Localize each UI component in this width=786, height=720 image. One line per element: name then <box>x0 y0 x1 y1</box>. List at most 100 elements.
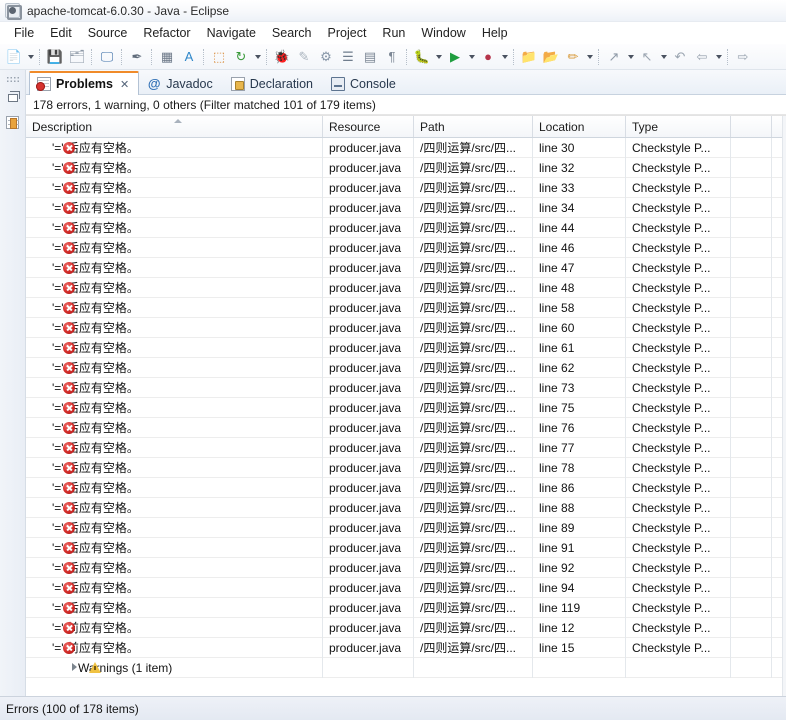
table-row[interactable]: '=' 前应有空格。 producer.java/四则运算/src/四... lin… <box>26 617 786 638</box>
table-row[interactable]: '=' 后应有空格。 producer.java/四则运算/src/四... lin… <box>26 297 786 318</box>
table-row[interactable]: '=' 后应有空格。 producer.java/四则运算/src/四... lin… <box>26 138 786 158</box>
menu-run[interactable]: Run <box>374 24 413 42</box>
table-row[interactable]: '=' 后应有空格。 producer.java/四则运算/src/四... lin… <box>26 237 786 258</box>
open-folder-button[interactable]: 📂 <box>541 47 561 67</box>
menu-source[interactable]: Source <box>80 24 136 42</box>
menu-project[interactable]: Project <box>320 24 375 42</box>
toolbar-separator <box>266 48 268 65</box>
previous-annotation-dropdown-arrow[interactable] <box>658 47 669 67</box>
new-java-project-button[interactable]: 📁 <box>519 47 539 67</box>
table-row[interactable]: '=' 后应有空格。 producer.java/四则运算/src/四... lin… <box>26 417 786 438</box>
menu-search[interactable]: Search <box>264 24 320 42</box>
cell-path: /四则运算/src/四... <box>414 337 533 358</box>
new-java-package-button[interactable]: ⬚ <box>209 47 229 67</box>
column-header-label: Description <box>32 119 93 134</box>
cell-description: '=' 后应有空格。 <box>26 257 323 278</box>
new-class-dropdown-arrow[interactable] <box>584 47 595 67</box>
table-row[interactable]: '=' 后应有空格。 producer.java/四则运算/src/四... lin… <box>26 537 786 558</box>
back-dropdown-arrow[interactable] <box>713 47 724 67</box>
print-icon: 🖵 <box>100 49 114 64</box>
toggle-block-selection-button[interactable]: ▤ <box>360 47 380 67</box>
run-dropdown-arrow[interactable] <box>466 47 477 67</box>
toolbar-separator <box>121 48 123 65</box>
table-row[interactable]: '=' 后应有空格。 producer.java/四则运算/src/四... lin… <box>26 377 786 398</box>
refresh-dropdown-arrow[interactable] <box>252 47 263 67</box>
run-external-tools-button[interactable]: ● <box>478 47 498 67</box>
table-row[interactable]: '=' 后应有空格。 producer.java/四则运算/src/四... lin… <box>26 517 786 538</box>
table-row[interactable]: '=' 后应有空格。 producer.java/四则运算/src/四... lin… <box>26 437 786 458</box>
cell-type: Checkstyle P... <box>626 537 731 558</box>
cell-description: '=' 后应有空格。 <box>26 177 323 198</box>
column-header-blank[interactable] <box>731 116 772 137</box>
run-button[interactable]: ▶ <box>445 47 465 67</box>
table-row[interactable]: '=' 前应有空格。 producer.java/四则运算/src/四... lin… <box>26 637 786 658</box>
refresh-button[interactable]: ↻ <box>231 47 251 67</box>
save-button[interactable]: 💾 <box>45 47 65 67</box>
menu-help[interactable]: Help <box>474 24 516 42</box>
column-header-description[interactable]: Description <box>26 116 323 137</box>
column-header-path[interactable]: Path <box>414 116 533 137</box>
error-icon <box>63 581 75 594</box>
column-header-location[interactable]: Location <box>533 116 626 137</box>
run-external-tools-dropdown-arrow[interactable] <box>499 47 510 67</box>
table-row[interactable]: '=' 后应有空格。 producer.java/四则运算/src/四... lin… <box>26 157 786 178</box>
next-annotation-button[interactable]: ↗ <box>604 47 624 67</box>
problems-view-icon[interactable] <box>5 114 21 130</box>
debug-perspective-button[interactable]: 🐞 <box>272 47 292 67</box>
table-row[interactable]: '=' 后应有空格。 producer.java/四则运算/src/四... lin… <box>26 177 786 198</box>
new-class-button[interactable]: ✏ <box>563 47 583 67</box>
table-row[interactable]: '=' 后应有空格。 producer.java/四则运算/src/四... lin… <box>26 397 786 418</box>
menu-window[interactable]: Window <box>413 24 473 42</box>
menu-bar: File Edit Source Refactor Navigate Searc… <box>0 22 786 44</box>
table-row[interactable]: '=' 后应有空格。 producer.java/四则运算/src/四... lin… <box>26 457 786 478</box>
menu-file[interactable]: File <box>6 24 42 42</box>
table-row[interactable]: '=' 后应有空格。 producer.java/四则运算/src/四... lin… <box>26 477 786 498</box>
column-header-type[interactable]: Type <box>626 116 731 137</box>
open-type-button[interactable]: ▦ <box>157 47 177 67</box>
new-wizard-button[interactable]: 📄 <box>4 47 24 67</box>
column-header-resource[interactable]: Resource <box>323 116 414 137</box>
new-wizard-dropdown-arrow[interactable] <box>25 47 36 67</box>
table-row[interactable]: '=' 后应有空格。 producer.java/四则运算/src/四... lin… <box>26 197 786 218</box>
next-annotation-dropdown-arrow[interactable] <box>625 47 636 67</box>
save-all-button[interactable]: 🗂 <box>67 47 87 67</box>
debug-dropdown-arrow[interactable] <box>433 47 444 67</box>
previous-annotation-button[interactable]: ↖ <box>637 47 657 67</box>
toggle-mark-occurrences-button[interactable]: ✒ <box>127 47 147 67</box>
table-row[interactable]: '=' 后应有空格。 producer.java/四则运算/src/四... lin… <box>26 277 786 298</box>
table-row[interactable]: '=' 后应有空格。 producer.java/四则运算/src/四... lin… <box>26 217 786 238</box>
tab-declaration[interactable]: Declaration <box>223 72 323 95</box>
menu-refactor[interactable]: Refactor <box>135 24 198 42</box>
table-row[interactable]: '=' 后应有空格。 producer.java/四则运算/src/四... lin… <box>26 557 786 578</box>
table-row[interactable]: '=' 后应有空格。 producer.java/四则运算/src/四... lin… <box>26 577 786 598</box>
forward-button[interactable]: ⇨ <box>733 47 753 67</box>
tab-console[interactable]: Console <box>323 72 406 95</box>
menu-navigate[interactable]: Navigate <box>199 24 264 42</box>
back-button[interactable]: ⇦ <box>692 47 712 67</box>
table-row[interactable]: '=' 后应有空格。 producer.java/四则运算/src/四... lin… <box>26 317 786 338</box>
debug-button[interactable]: 🐛 <box>412 47 432 67</box>
error-icon <box>63 261 75 274</box>
table-row[interactable]: '=' 后应有空格。 producer.java/四则运算/src/四... lin… <box>26 257 786 278</box>
error-icon <box>63 161 75 174</box>
tab-javadoc[interactable]: @ Javadoc <box>139 72 223 95</box>
close-icon[interactable]: ✕ <box>120 78 129 91</box>
restore-icon[interactable] <box>5 90 21 106</box>
quick-fix-button[interactable]: ✎ <box>294 47 314 67</box>
menu-edit[interactable]: Edit <box>42 24 80 42</box>
print-button[interactable]: 🖵 <box>97 47 117 67</box>
chevron-right-icon[interactable] <box>72 662 77 671</box>
tab-problems[interactable]: Problems ✕ <box>29 71 140 95</box>
table-group-row-warnings[interactable]: Warnings (1 item) <box>26 657 786 678</box>
table-row[interactable]: '=' 后应有空格。 producer.java/四则运算/src/四... lin… <box>26 597 786 618</box>
open-task-button[interactable]: ☰ <box>338 47 358 67</box>
externalize-strings-button[interactable]: ⚙ <box>316 47 336 67</box>
table-row[interactable]: '=' 后应有空格。 producer.java/四则运算/src/四... lin… <box>26 337 786 358</box>
drag-handle-icon[interactable] <box>5 76 20 82</box>
table-row[interactable]: '=' 后应有空格。 producer.java/四则运算/src/四... lin… <box>26 497 786 518</box>
vertical-scrollbar[interactable] <box>782 116 786 696</box>
table-row[interactable]: '=' 后应有空格。 producer.java/四则运算/src/四... lin… <box>26 357 786 378</box>
search-button[interactable]: A <box>179 47 199 67</box>
last-edit-location-button[interactable]: ↶ <box>670 47 690 67</box>
show-whitespace-button[interactable]: ¶ <box>382 47 402 67</box>
